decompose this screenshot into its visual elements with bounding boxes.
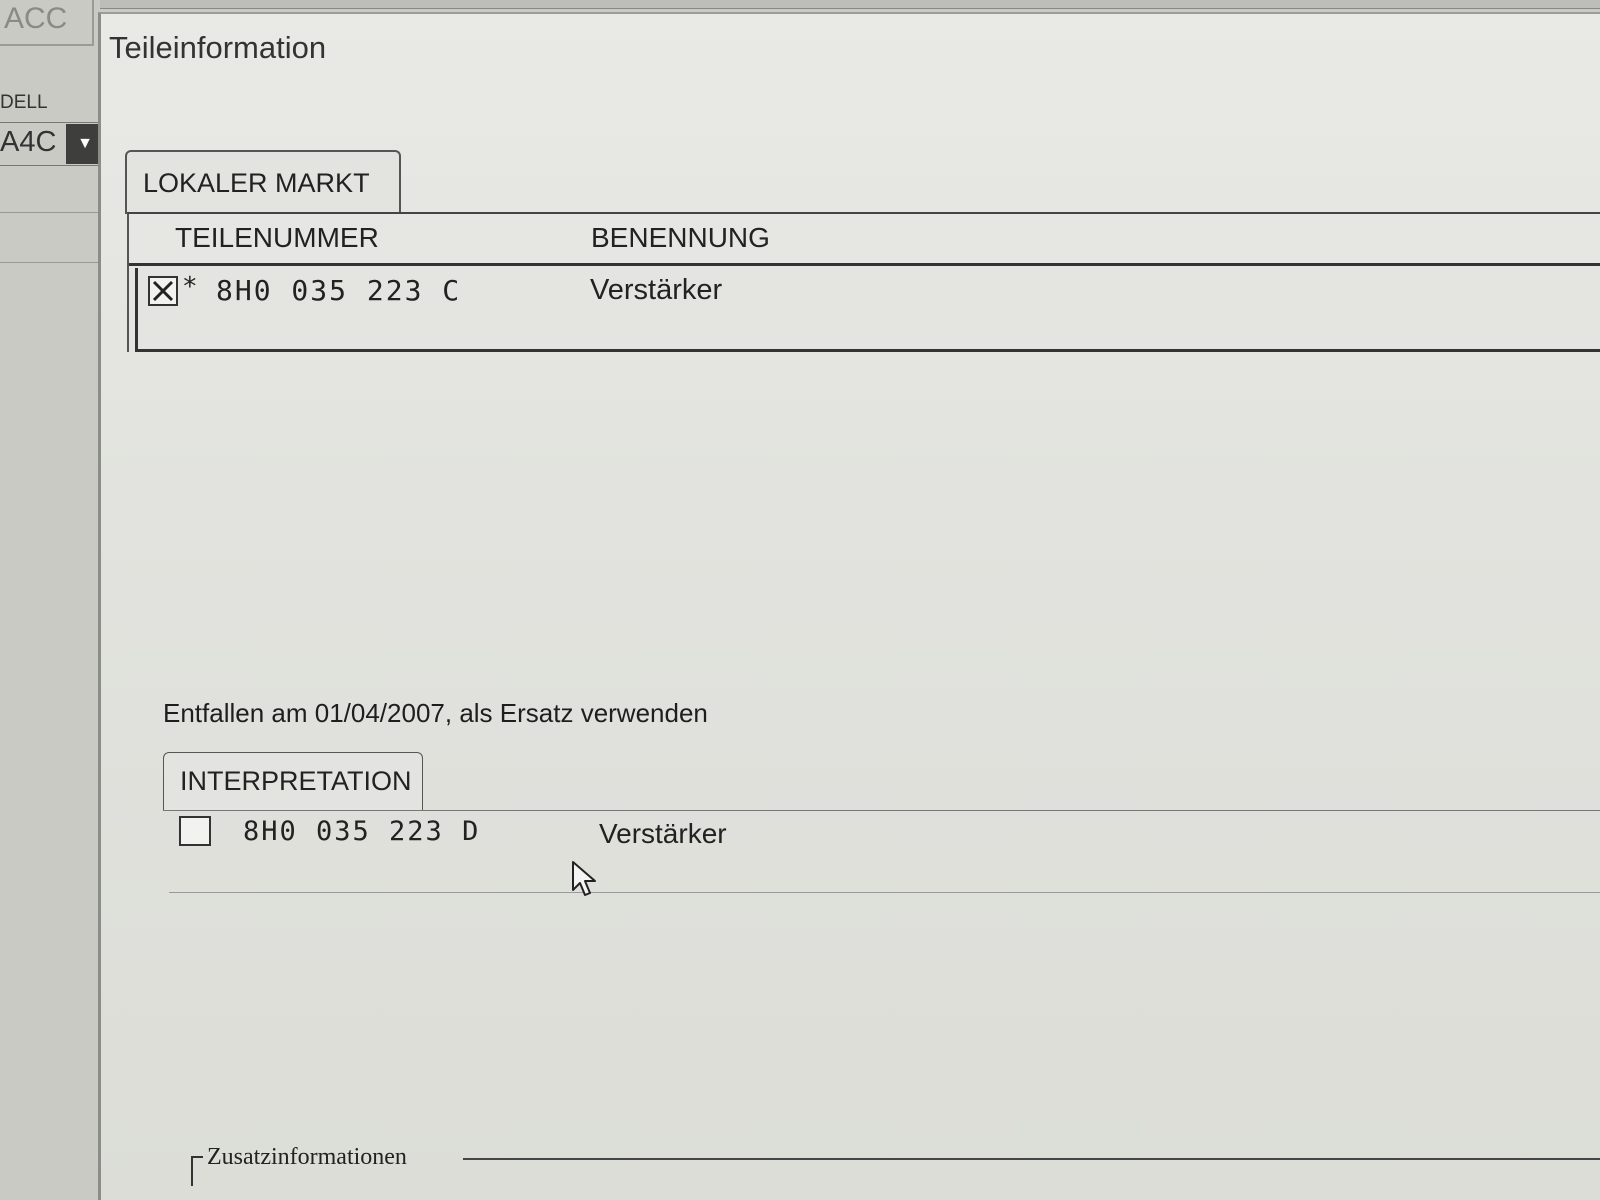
background-toolbar bbox=[100, 0, 1600, 9]
part-number: 8H0 035 223 C bbox=[216, 274, 462, 307]
check-x-icon bbox=[152, 280, 174, 302]
divider bbox=[169, 892, 1600, 893]
tab-label: INTERPRETATION bbox=[180, 766, 412, 796]
column-header-benennung[interactable]: BENENNUNG bbox=[591, 222, 770, 254]
row-checkbox-unchecked[interactable] bbox=[179, 816, 211, 846]
table-row[interactable]: * 8H0 035 223 C Verstärker bbox=[135, 268, 1600, 352]
background-title-fragment: ACC bbox=[4, 2, 68, 35]
local-market-table: TEILENUMMER BENENNUNG * 8H0 035 223 C Ve… bbox=[127, 212, 1600, 352]
model-label: DELL bbox=[0, 92, 48, 113]
divider bbox=[0, 262, 106, 263]
table-header: TEILENUMMER BENENNUNG bbox=[129, 214, 1600, 266]
divider bbox=[0, 212, 106, 213]
part-description: Verstärker bbox=[599, 818, 727, 849]
mouse-pointer-icon bbox=[572, 861, 596, 896]
tab-label: LOKALER MARKT bbox=[143, 167, 370, 198]
tab-interpretation[interactable]: INTERPRETATION bbox=[163, 752, 423, 810]
group-bracket bbox=[191, 1156, 203, 1186]
group-border bbox=[463, 1158, 1600, 1160]
column-header-teilenummer[interactable]: TEILENUMMER bbox=[175, 222, 379, 254]
tab-lokaler-markt[interactable]: LOKALER MARKT bbox=[125, 150, 401, 214]
parts-information-dialog: Teileinformation LOKALER MARKT TEILENUMM… bbox=[98, 12, 1600, 1200]
row-checkbox-checked[interactable] bbox=[148, 276, 178, 306]
row-marker: * bbox=[182, 272, 198, 302]
part-number: 8H0 035 223 D bbox=[243, 816, 481, 847]
divider bbox=[163, 810, 1600, 811]
part-description: Verstärker bbox=[590, 274, 723, 306]
model-combobox-value: A4C bbox=[0, 126, 57, 158]
group-label: Zusatzinformationen bbox=[207, 1144, 407, 1170]
additional-info-group: Zusatzinformationen bbox=[191, 1144, 1600, 1186]
status-message: Entfallen am 01/04/2007, als Ersatz verw… bbox=[163, 698, 708, 728]
dialog-title: Teileinformation bbox=[109, 30, 327, 65]
